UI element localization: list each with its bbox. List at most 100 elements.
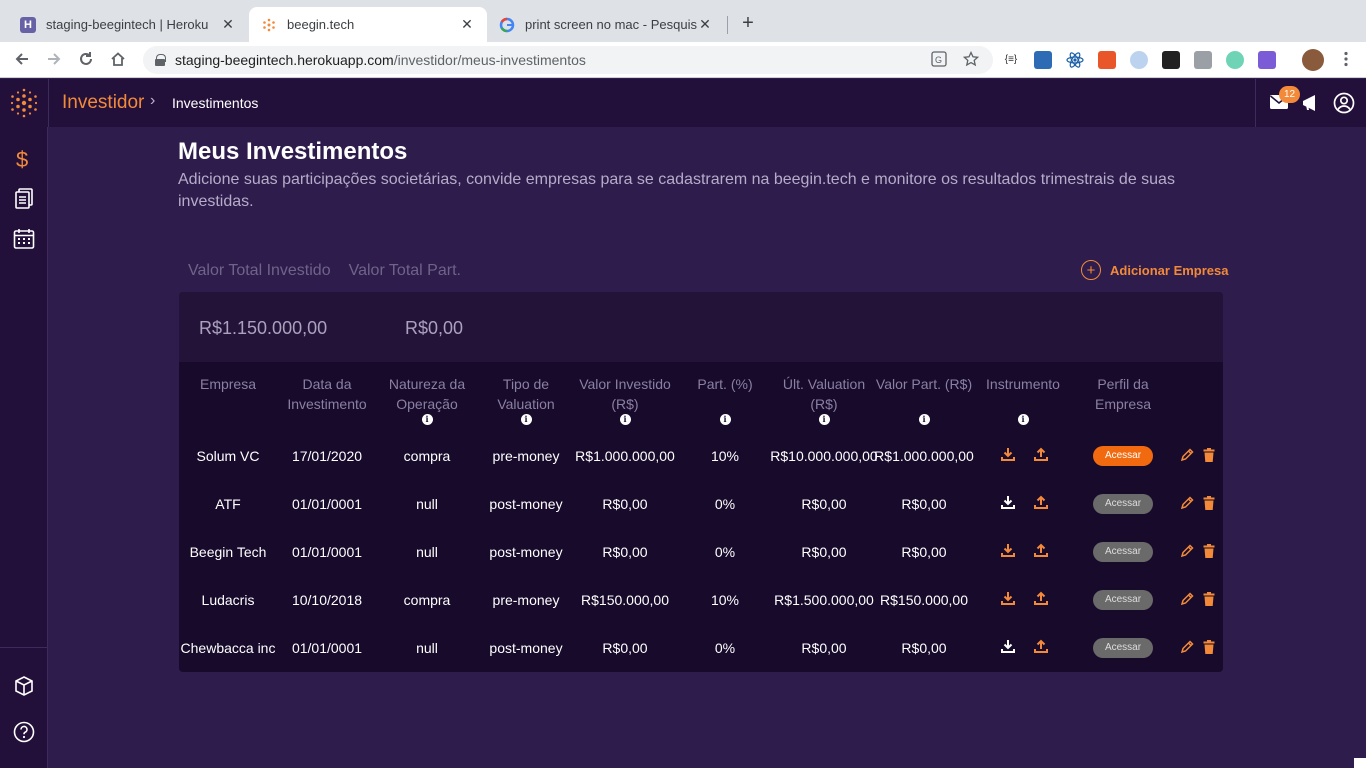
info-icon[interactable]: i (619, 414, 631, 425)
edit-pencil-icon[interactable] (1180, 448, 1194, 462)
download-icon[interactable] (1000, 638, 1016, 654)
info-icon[interactable]: i (1017, 414, 1029, 425)
download-icon[interactable] (1000, 590, 1016, 606)
sidebar-item-help[interactable] (12, 720, 36, 744)
home-icon[interactable] (108, 50, 128, 70)
delete-trash-icon[interactable] (1203, 544, 1215, 558)
cell-tipo: pre-money (492, 592, 560, 608)
user-account-icon[interactable] (1333, 92, 1355, 119)
forward-icon[interactable] (44, 50, 64, 70)
breadcrumb-investidor[interactable]: Investidor (62, 92, 144, 114)
reload-icon[interactable] (76, 50, 96, 70)
extension-icon[interactable] (1226, 51, 1244, 69)
upload-icon[interactable] (1033, 446, 1049, 462)
acessar-button[interactable]: Acessar (1093, 446, 1153, 466)
browser-tab-beegin[interactable]: beegin.tech ✕ (249, 7, 487, 42)
cell-natureza: null (416, 496, 438, 512)
acessar-button[interactable]: Acessar (1093, 494, 1153, 514)
edit-pencil-icon[interactable] (1180, 544, 1194, 558)
upload-icon[interactable] (1033, 590, 1049, 606)
extension-icon[interactable] (1162, 51, 1180, 69)
extension-icon[interactable] (1258, 51, 1276, 69)
lock-icon[interactable] (155, 54, 166, 66)
app-header: Investidor › Investimentos (0, 79, 1366, 127)
column-header: Instrumento (986, 376, 1060, 392)
beegin-logo-icon (10, 88, 38, 118)
extension-icon[interactable] (1194, 51, 1212, 69)
download-icon[interactable] (1000, 542, 1016, 558)
download-icon[interactable] (1000, 494, 1016, 510)
translate-icon[interactable]: G (931, 51, 947, 70)
upload-icon[interactable] (1033, 494, 1049, 510)
column-header: Empresa (199, 376, 257, 392)
edit-pencil-icon[interactable] (1180, 496, 1194, 510)
add-company-button[interactable]: + Adicionar Empresa (1081, 260, 1229, 280)
profile-avatar[interactable] (1302, 49, 1324, 71)
ublock-extension-icon[interactable] (1098, 51, 1116, 69)
tab-title: print screen no mac - Pesquisa G (525, 17, 697, 32)
close-tab-icon[interactable]: ✕ (697, 16, 713, 33)
delete-trash-icon[interactable] (1203, 448, 1215, 462)
sidebar-item-package[interactable] (12, 674, 36, 698)
json-extension-icon[interactable]: {≡} (1002, 51, 1020, 69)
css-extension-icon[interactable] (1034, 51, 1052, 69)
info-icon[interactable]: i (818, 414, 830, 425)
scrollbar[interactable] (1353, 185, 1366, 768)
column-header: Últ. Valuation (R$) (782, 376, 866, 412)
beegin-logo[interactable] (0, 79, 49, 127)
close-tab-icon[interactable]: ✕ (459, 16, 475, 33)
info-icon[interactable]: i (520, 414, 532, 425)
edit-pencil-icon[interactable] (1180, 640, 1194, 654)
browser-menu-icon[interactable] (1336, 50, 1356, 70)
totals-row: R$1.150.000,00 R$0,00 (179, 292, 1223, 362)
download-icon[interactable] (1000, 446, 1016, 462)
sidebar-item-investimentos[interactable]: $ (12, 147, 36, 171)
upload-icon[interactable] (1033, 638, 1049, 654)
info-icon[interactable]: i (918, 414, 930, 425)
column-header: Valor Investido (R$) (579, 376, 671, 412)
cell-data: 17/01/2020 (291, 448, 363, 464)
cell-valor-investido: R$0,00 (602, 496, 648, 512)
cell-valor-part: R$0,00 (901, 544, 947, 560)
cell-ult-valuation: R$0,00 (801, 496, 847, 512)
sidebar-item-calendar[interactable] (12, 227, 36, 251)
url-host: staging-beegintech.herokuapp.com (175, 52, 394, 68)
scrollbar-thumb[interactable] (1354, 758, 1366, 768)
breadcrumb-chevron-icon: › (150, 92, 156, 109)
announcement-icon[interactable] (1301, 93, 1321, 118)
breadcrumb-investimentos: Investimentos (172, 95, 259, 111)
sidebar-item-documents[interactable] (12, 187, 36, 211)
react-devtools-icon[interactable] (1066, 51, 1084, 69)
acessar-button[interactable]: Acessar (1093, 590, 1153, 610)
table-row: Beegin Tech 01/01/0001 null post-money R$0,0… (179, 528, 1223, 576)
cell-empresa: Solum VC (196, 448, 260, 464)
cell-part: 0% (714, 496, 736, 512)
new-tab-button[interactable]: + (737, 12, 759, 35)
extension-icon[interactable] (1130, 51, 1148, 69)
dollar-icon: $ (16, 147, 28, 171)
upload-icon[interactable] (1033, 542, 1049, 558)
info-icon[interactable]: i (719, 414, 731, 425)
delete-trash-icon[interactable] (1203, 496, 1215, 510)
close-tab-icon[interactable]: ✕ (220, 16, 236, 33)
delete-trash-icon[interactable] (1203, 640, 1215, 654)
cell-valor-part: R$150.000,00 (880, 592, 968, 608)
browser-tab-heroku[interactable]: H staging-beegintech | Heroku ✕ (8, 7, 248, 42)
svg-text:G: G (935, 55, 942, 65)
cell-ult-valuation: R$1.500.000,00 (774, 592, 874, 608)
edit-pencil-icon[interactable] (1180, 592, 1194, 606)
url-bar[interactable]: staging-beegintech.herokuapp.com/investi… (143, 46, 993, 74)
page-subtitle: Adicione suas participações societárias,… (178, 171, 1175, 210)
back-icon[interactable] (12, 50, 32, 70)
calendar-icon (13, 229, 35, 249)
info-icon[interactable]: i (421, 414, 433, 425)
bookmark-star-icon[interactable] (962, 50, 980, 70)
acessar-button[interactable]: Acessar (1093, 638, 1153, 658)
url-path: /investidor/meus-investimentos (393, 52, 586, 68)
cell-data: 01/01/0001 (291, 640, 363, 656)
acessar-button[interactable]: Acessar (1093, 542, 1153, 562)
cell-valor-part: R$1.000.000,00 (874, 448, 974, 464)
cell-ult-valuation: R$10.000.000,00 (770, 448, 878, 464)
browser-tab-google[interactable]: print screen no mac - Pesquisa G ✕ (487, 7, 725, 42)
delete-trash-icon[interactable] (1203, 592, 1215, 606)
